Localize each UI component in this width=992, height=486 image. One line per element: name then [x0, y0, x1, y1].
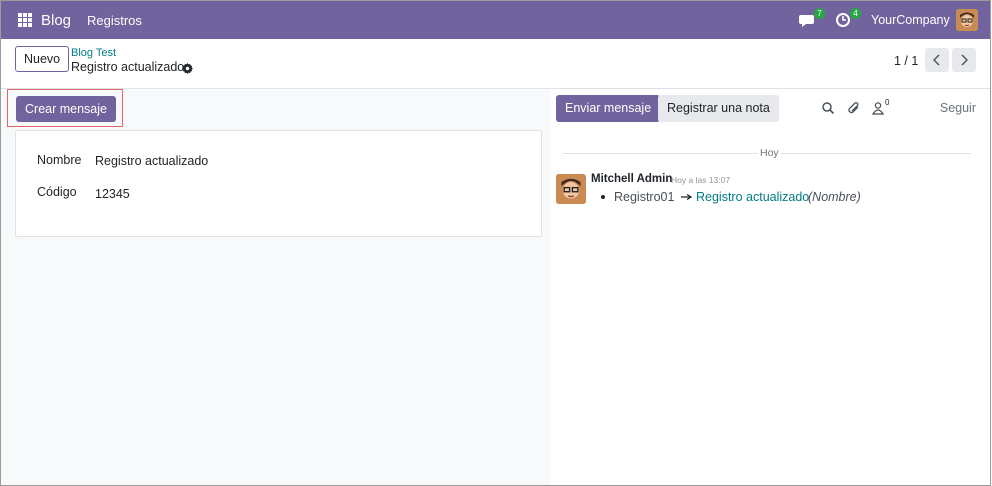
chevron-left-icon: [933, 54, 940, 66]
app-name[interactable]: Blog: [41, 12, 71, 29]
tracking-bullet: [601, 195, 605, 199]
chatter: Enviar mensaje Registrar una nota 0 Segu…: [551, 90, 990, 485]
message-author-avatar[interactable]: [556, 174, 586, 204]
menu-item-registros[interactable]: Registros: [87, 13, 142, 28]
top-navbar: Blog Registros 7 4 YourCompany: [1, 1, 990, 39]
activity-clock-icon[interactable]: 4: [835, 8, 861, 28]
followers-count: 0: [885, 98, 890, 107]
user-avatar[interactable]: [956, 9, 978, 31]
tracking-new-value: Registro actualizado: [696, 190, 810, 204]
breadcrumb-parent[interactable]: Blog Test: [71, 47, 116, 59]
field-value-codigo[interactable]: 12345: [95, 187, 130, 201]
message-date: Hoy a las 13:07: [671, 175, 731, 185]
pager-value[interactable]: 1 / 1: [894, 54, 918, 68]
field-value-nombre[interactable]: Registro actualizado: [95, 154, 208, 168]
gear-icon[interactable]: [182, 62, 193, 74]
activities-badge: 4: [850, 8, 861, 19]
pager-previous-button[interactable]: [925, 48, 949, 72]
window: Blog Registros 7 4 YourCompany Nuevo Blo…: [0, 0, 991, 486]
messages-badge: 7: [814, 8, 825, 19]
arrow-right-icon: [681, 194, 692, 200]
log-note-button[interactable]: Registrar una nota: [658, 95, 779, 122]
pager-next-button[interactable]: [952, 48, 976, 72]
message-author[interactable]: Mitchell Admin: [591, 173, 672, 185]
followers-icon[interactable]: [871, 101, 885, 115]
chevron-right-icon: [961, 54, 968, 66]
tracking-old-value: Registro01: [614, 190, 675, 204]
company-switcher[interactable]: YourCompany: [871, 13, 950, 27]
field-label-nombre: Nombre: [37, 153, 82, 167]
highlight-box: [7, 89, 123, 127]
messages-icon[interactable]: 7: [799, 8, 825, 28]
search-icon[interactable]: [821, 101, 835, 115]
tracking-field-name: (Nombre): [808, 190, 861, 204]
send-message-button[interactable]: Enviar mensaje: [556, 95, 661, 122]
field-label-codigo: Código: [37, 185, 77, 199]
record-title: Registro actualizado: [71, 60, 185, 74]
new-button[interactable]: Nuevo: [15, 46, 70, 72]
date-separator: Hoy: [758, 147, 781, 159]
control-panel: Nuevo Blog Test Registro actualizado 1 /…: [1, 39, 990, 89]
apps-grid-icon[interactable]: [18, 13, 32, 27]
form-sheet: Nombre Registro actualizado Código 12345: [15, 130, 542, 237]
paperclip-icon[interactable]: [847, 101, 861, 115]
follow-button[interactable]: Seguir: [940, 101, 976, 115]
